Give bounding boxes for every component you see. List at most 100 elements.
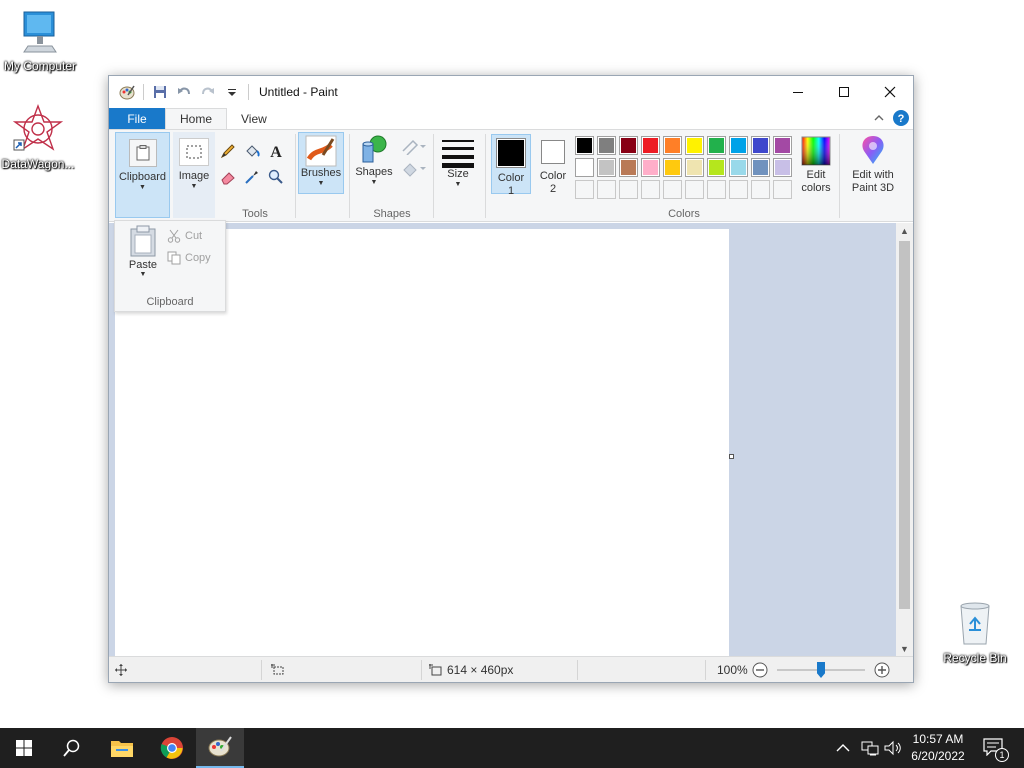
- fill-tool[interactable]: [241, 140, 263, 162]
- canvas-workspace: [109, 223, 897, 657]
- palette-swatch[interactable]: [773, 158, 792, 177]
- zoom-in-button[interactable]: [874, 657, 890, 683]
- paste-button[interactable]: Paste ▼: [123, 225, 163, 287]
- taskbar-clock[interactable]: 10:57 AM 6/20/2022: [900, 731, 976, 765]
- palette-swatch[interactable]: [707, 136, 726, 155]
- palette-swatch[interactable]: [773, 136, 792, 155]
- scroll-up-arrow-icon[interactable]: ▲: [896, 223, 913, 239]
- close-button[interactable]: [867, 76, 913, 108]
- pencil-tool[interactable]: [217, 140, 239, 162]
- action-center-button[interactable]: 1: [983, 728, 1009, 768]
- tools-group-title: Tools: [242, 208, 268, 220]
- brushes-button[interactable]: Brushes ▼: [298, 132, 344, 194]
- palette-swatch[interactable]: [597, 158, 616, 177]
- vertical-scrollbar[interactable]: ▲ ▼: [896, 223, 913, 657]
- palette-swatch[interactable]: [751, 158, 770, 177]
- shapes-button[interactable]: Shapes ▼: [353, 132, 395, 194]
- desktop-icon-recycle-bin[interactable]: Recycle Bin: [935, 600, 1015, 665]
- save-icon: [154, 86, 166, 98]
- canvas-resize-handle-right[interactable]: [729, 454, 734, 459]
- palette-swatch[interactable]: [575, 136, 594, 155]
- desktop-icon-datawagon[interactable]: DataWagon...: [0, 104, 78, 171]
- palette-swatch[interactable]: [751, 180, 770, 199]
- palette-swatch[interactable]: [751, 136, 770, 155]
- clipboard-button[interactable]: Clipboard ▼: [115, 132, 170, 218]
- palette-swatch[interactable]: [597, 136, 616, 155]
- search-button[interactable]: [48, 728, 96, 768]
- palette-swatch[interactable]: [773, 180, 792, 199]
- palette-swatch[interactable]: [685, 136, 704, 155]
- palette-swatch[interactable]: [641, 158, 660, 177]
- palette-swatch[interactable]: [619, 158, 638, 177]
- tab-view[interactable]: View: [227, 108, 281, 129]
- cut-button[interactable]: Cut: [167, 227, 202, 245]
- maximize-button[interactable]: [821, 76, 867, 108]
- scroll-down-arrow-icon[interactable]: ▼: [896, 641, 913, 657]
- start-button[interactable]: [0, 728, 48, 768]
- text-tool[interactable]: A: [265, 140, 287, 162]
- tab-file[interactable]: File: [109, 108, 165, 129]
- brushes-label: Brushes: [300, 167, 342, 179]
- desktop-icon-my-computer[interactable]: My Computer: [0, 8, 80, 73]
- palette-swatch[interactable]: [685, 180, 704, 199]
- color1-button[interactable]: Color 1: [491, 134, 531, 197]
- eraser-tool[interactable]: [217, 166, 239, 188]
- tab-home[interactable]: Home: [165, 108, 228, 129]
- magnifier-tool[interactable]: [265, 166, 287, 188]
- close-icon: [884, 86, 896, 98]
- palette-swatch[interactable]: [729, 180, 748, 199]
- svg-text:A: A: [270, 144, 282, 159]
- palette-swatch[interactable]: [619, 180, 638, 199]
- palette-swatch[interactable]: [575, 180, 594, 199]
- image-button[interactable]: Image ▼: [173, 132, 215, 218]
- taskbar-file-explorer[interactable]: [98, 728, 146, 768]
- color2-swatch: [543, 142, 563, 162]
- brush-icon: [305, 135, 337, 167]
- minimize-button[interactable]: [775, 76, 821, 108]
- taskbar-chrome[interactable]: [148, 728, 196, 768]
- palette-swatch[interactable]: [575, 158, 594, 177]
- shapes-group: Shapes ▼ Shapes: [351, 130, 433, 222]
- show-hidden-icons-button[interactable]: [836, 728, 850, 768]
- outline-button[interactable]: [399, 136, 429, 158]
- size-button[interactable]: Size ▼: [437, 132, 479, 194]
- palette-swatch[interactable]: [707, 180, 726, 199]
- color2-button[interactable]: Color 2: [533, 134, 573, 195]
- svg-text:?: ?: [898, 113, 905, 125]
- palette-swatch[interactable]: [663, 136, 682, 155]
- select-icon: [186, 145, 202, 159]
- fill-button[interactable]: [399, 158, 429, 180]
- scrollbar-thumb[interactable]: [899, 241, 910, 609]
- redo-button[interactable]: [198, 82, 218, 102]
- edit-with-paint3d-button[interactable]: Edit with Paint 3D: [843, 134, 903, 196]
- edit-colors-button[interactable]: Edit colors: [797, 134, 835, 196]
- taskbar-paint[interactable]: [196, 728, 244, 768]
- clipboard-dropdown: Paste ▼ Cut Copy Clipboard: [114, 220, 226, 312]
- palette-swatch[interactable]: [707, 158, 726, 177]
- palette-swatch[interactable]: [729, 136, 748, 155]
- palette-swatch[interactable]: [597, 180, 616, 199]
- help-icon[interactable]: ?: [893, 110, 909, 126]
- customize-toolbar-button[interactable]: [222, 82, 242, 102]
- separator: [248, 84, 249, 100]
- separator: [421, 660, 422, 680]
- palette-swatch[interactable]: [619, 136, 638, 155]
- palette-swatch[interactable]: [663, 180, 682, 199]
- network-button[interactable]: [861, 728, 879, 768]
- zoom-slider-thumb[interactable]: [817, 662, 825, 678]
- zoom-slider[interactable]: [777, 657, 865, 683]
- palette-swatch[interactable]: [729, 158, 748, 177]
- palette-swatch[interactable]: [641, 136, 660, 155]
- color-picker-tool[interactable]: [241, 166, 263, 188]
- collapse-ribbon-icon[interactable]: [873, 112, 885, 124]
- copy-button[interactable]: Copy: [167, 249, 211, 267]
- chevron-down-icon: ▼: [454, 181, 462, 188]
- palette-swatch[interactable]: [663, 158, 682, 177]
- zoom-out-button[interactable]: [752, 657, 768, 683]
- paint-app-icon[interactable]: [117, 82, 137, 102]
- separator: [577, 660, 578, 680]
- palette-swatch[interactable]: [641, 180, 660, 199]
- palette-swatch[interactable]: [685, 158, 704, 177]
- undo-button[interactable]: [174, 82, 194, 102]
- save-button[interactable]: [150, 82, 170, 102]
